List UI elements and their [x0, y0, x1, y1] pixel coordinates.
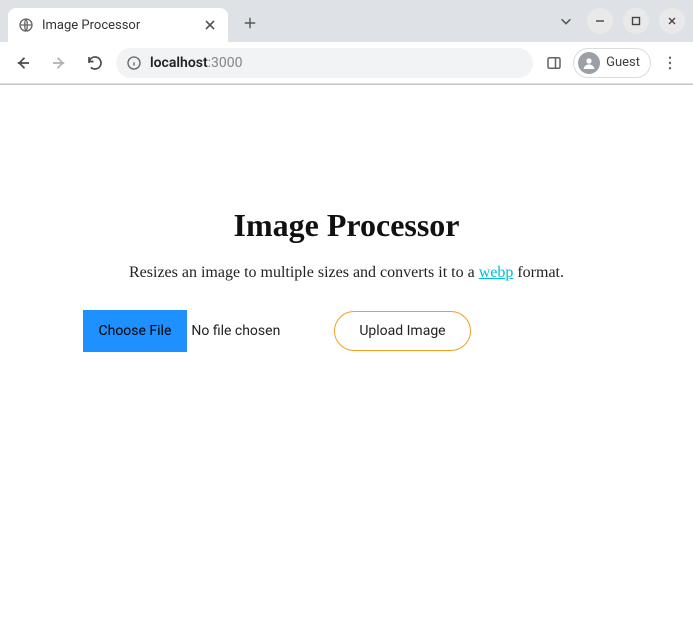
kebab-menu-icon[interactable]: [655, 48, 685, 78]
window-controls: [555, 8, 685, 34]
new-tab-button[interactable]: [236, 9, 264, 37]
site-info-icon[interactable]: [126, 55, 142, 71]
upload-form: Choose File No file chosen Upload Image: [77, 310, 617, 352]
forward-button[interactable]: [44, 48, 74, 78]
avatar-icon: [578, 52, 600, 74]
page-title: Image Processor: [77, 207, 617, 244]
page-viewport: Image Processor Resizes an image to mult…: [0, 85, 693, 642]
tab-title: Image Processor: [42, 18, 194, 33]
reload-button[interactable]: [80, 48, 110, 78]
webp-link[interactable]: webp: [479, 264, 514, 281]
side-panel-icon[interactable]: [539, 48, 569, 78]
address-bar[interactable]: localhost:3000: [116, 48, 533, 78]
browser-tab[interactable]: Image Processor: [8, 8, 228, 42]
upload-image-button[interactable]: Upload Image: [334, 311, 470, 351]
description-suffix: format.: [513, 264, 564, 281]
url-port: :3000: [208, 55, 243, 71]
url-host: localhost: [150, 55, 208, 71]
file-status-text: No file chosen: [191, 323, 280, 339]
choose-file-button[interactable]: Choose File: [83, 310, 188, 352]
minimize-button[interactable]: [587, 8, 613, 34]
browser-chrome: Image Processor: [0, 0, 693, 85]
profile-button[interactable]: Guest: [573, 48, 651, 78]
tab-bar: Image Processor: [0, 0, 693, 42]
browser-toolbar: localhost:3000 Guest: [0, 42, 693, 84]
page-content: Image Processor Resizes an image to mult…: [77, 85, 617, 352]
globe-icon: [18, 17, 34, 33]
toolbar-right: Guest: [539, 48, 685, 78]
maximize-button[interactable]: [623, 8, 649, 34]
chevron-down-icon[interactable]: [555, 10, 577, 32]
description-prefix: Resizes an image to multiple sizes and c…: [129, 264, 479, 281]
close-window-button[interactable]: [659, 8, 685, 34]
back-button[interactable]: [8, 48, 38, 78]
profile-label: Guest: [606, 55, 640, 70]
close-tab-icon[interactable]: [202, 17, 218, 33]
page-description: Resizes an image to multiple sizes and c…: [77, 264, 617, 282]
url-text: localhost:3000: [150, 55, 243, 71]
